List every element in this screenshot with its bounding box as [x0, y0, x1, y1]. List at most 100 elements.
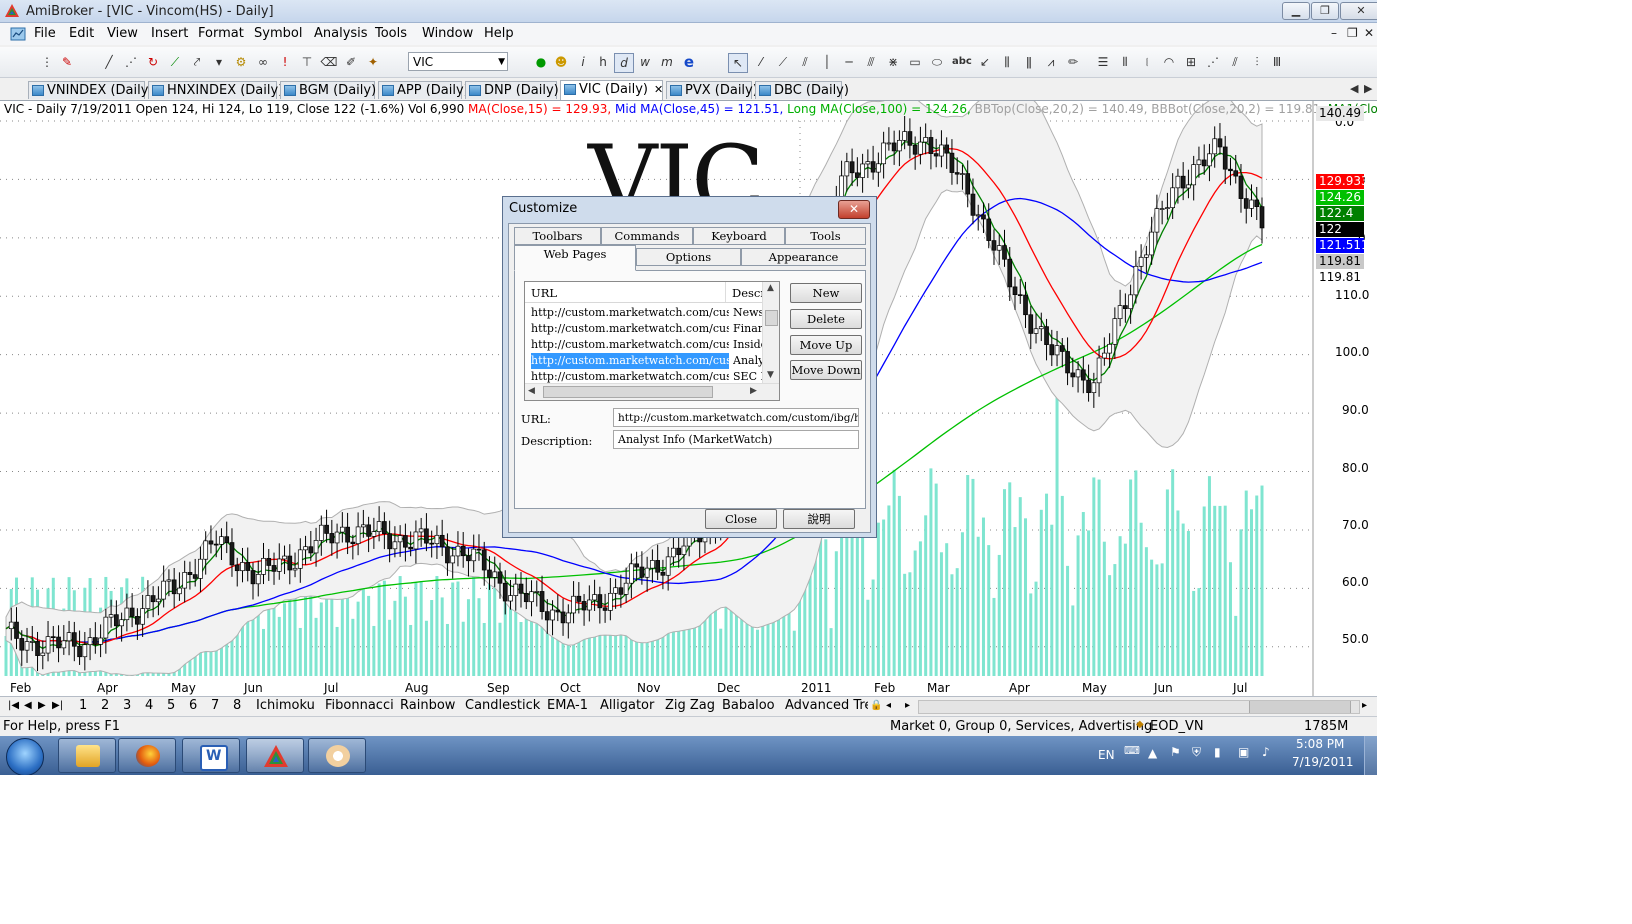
- tab-scroll-left-icon[interactable]: ◀: [1350, 82, 1358, 95]
- info-icon[interactable]: i: [574, 53, 592, 71]
- menu-edit[interactable]: Edit: [69, 26, 94, 41]
- tab-dnp[interactable]: DNP (Daily): [465, 81, 559, 99]
- bars-icon[interactable]: ⦀: [1116, 53, 1134, 71]
- tab-appearance[interactable]: Appearance: [741, 248, 866, 266]
- next-sheet-icon[interactable]: ▶: [38, 698, 46, 714]
- tab-scroll-right-icon[interactable]: ▶: [1364, 82, 1372, 95]
- sheet-tab-alligator[interactable]: Alligator: [600, 698, 654, 714]
- horizontal-scrollbar[interactable]: [918, 700, 1360, 714]
- tab-app[interactable]: APP (Daily): [378, 81, 469, 99]
- dialog-help-button[interactable]: 說明: [783, 509, 855, 529]
- zigzag-icon[interactable]: ⩘: [1042, 53, 1060, 71]
- list-item-selected[interactable]: http://custom.marketwatch.com/custom...A…: [525, 352, 765, 370]
- list-item[interactable]: http://custom.marketwatch.com/custom...F…: [525, 321, 765, 337]
- fib-time-icon[interactable]: ǁ: [1020, 53, 1038, 71]
- text-abc-icon[interactable]: abc: [952, 53, 972, 71]
- vertical-line-icon[interactable]: │: [818, 53, 836, 71]
- horizontal-line-icon[interactable]: ─: [840, 53, 858, 71]
- chevron-down-icon[interactable]: ▼: [498, 53, 505, 72]
- draw-ray-icon[interactable]: ⟋: [774, 53, 792, 71]
- trend-line-icon[interactable]: ⟋: [166, 53, 184, 71]
- scrollbar-thumb[interactable]: [765, 310, 778, 326]
- list-horizontal-scrollbar[interactable]: ◀ ▶: [525, 383, 779, 400]
- taskbar-explorer[interactable]: [58, 738, 116, 773]
- tray-arrow-icon[interactable]: ▲: [1148, 746, 1157, 760]
- weekly-interval-icon[interactable]: w: [636, 53, 654, 71]
- sheet-tab-rainbow[interactable]: Rainbow: [400, 698, 455, 714]
- sheet-tab-fibonnacci[interactable]: Fibonnacci: [325, 698, 394, 714]
- flag-icon[interactable]: ⚑: [1170, 745, 1181, 759]
- menu-help[interactable]: Help: [484, 26, 514, 41]
- menu-format[interactable]: Format: [198, 26, 244, 41]
- start-button[interactable]: [6, 738, 44, 775]
- scrollbar-thumb[interactable]: [1249, 701, 1351, 713]
- line-tool-icon[interactable]: ╱: [100, 53, 118, 71]
- gear-icon[interactable]: ⚙: [232, 53, 250, 71]
- sheet-tab-7[interactable]: 7: [211, 698, 219, 714]
- monthly-interval-icon[interactable]: m: [658, 53, 676, 71]
- close-tab-icon[interactable]: ✕: [654, 83, 663, 96]
- tab-options[interactable]: Options: [636, 248, 741, 266]
- list-item[interactable]: http://custom.marketwatch.com/custom...I…: [525, 337, 765, 353]
- menu-file[interactable]: File: [34, 26, 56, 41]
- arc-icon[interactable]: ◠: [1160, 53, 1178, 71]
- scroll-up-icon[interactable]: ▲: [767, 283, 774, 293]
- taskbar-paint[interactable]: [308, 738, 366, 773]
- tab-vic[interactable]: VIC (Daily) ✕: [560, 80, 663, 100]
- sheet-tab-5[interactable]: 5: [167, 698, 175, 714]
- ray-tool-icon[interactable]: ⤤: [188, 53, 206, 71]
- symbol-combobox[interactable]: VIC ▼: [408, 52, 508, 71]
- fibonacci-fan-icon[interactable]: ⋇: [884, 53, 902, 71]
- list-vertical-scrollbar[interactable]: ▲ ▼: [762, 282, 779, 385]
- menu-symbol[interactable]: Symbol: [254, 26, 302, 41]
- cursor-select-icon[interactable]: ↖: [728, 53, 748, 73]
- last-sheet-icon[interactable]: ▶|: [52, 698, 63, 714]
- tab-dbc[interactable]: DBC (Daily): [755, 81, 849, 99]
- move-up-button[interactable]: Move Up: [790, 335, 862, 355]
- hourglass-icon[interactable]: h: [594, 53, 612, 71]
- scrollbar-thumb[interactable]: [543, 386, 713, 398]
- scroll-down-icon[interactable]: ▼: [767, 370, 774, 380]
- fan-icon[interactable]: ⋰: [1204, 53, 1222, 71]
- column-url[interactable]: URL: [531, 286, 557, 300]
- cycle-lines-icon[interactable]: ⫼: [998, 53, 1016, 71]
- sheet-tab-1[interactable]: 1: [79, 698, 87, 714]
- wand-icon[interactable]: ✦: [364, 53, 382, 71]
- first-sheet-icon[interactable]: |◀: [8, 698, 19, 714]
- sheet-tab-3[interactable]: 3: [123, 698, 131, 714]
- arc-tool-icon[interactable]: ↻: [144, 53, 162, 71]
- draw-parallel-icon[interactable]: ⫽: [796, 53, 814, 71]
- sheet-tab-ema1[interactable]: EMA-1: [547, 698, 588, 714]
- channel-icon[interactable]: ⫻: [862, 53, 880, 71]
- pin-icon[interactable]: ⊤: [298, 53, 316, 71]
- grid-icon[interactable]: ⊞: [1182, 53, 1200, 71]
- child-restore-button[interactable]: ❐: [1347, 26, 1358, 40]
- volume-icon[interactable]: ♪: [1262, 745, 1270, 759]
- url-field[interactable]: http://custom.marketwatch.com/custom/ibg…: [613, 408, 859, 427]
- tab-bgm[interactable]: BGM (Daily): [280, 81, 376, 99]
- device-icon[interactable]: ▣: [1238, 745, 1249, 759]
- web-pages-list[interactable]: URL Descri http://custom.marketwatch.com…: [524, 281, 780, 401]
- delete-button[interactable]: Delete: [790, 309, 862, 329]
- taskbar-amibroker[interactable]: [246, 738, 304, 773]
- menu-arrow-icon[interactable]: ▾: [210, 53, 228, 71]
- chart-options-icon[interactable]: ⫶: [1248, 53, 1266, 71]
- tab-keyboard[interactable]: Keyboard: [693, 227, 785, 245]
- network-icon[interactable]: ▮: [1214, 745, 1221, 759]
- tab-commands[interactable]: Commands: [601, 227, 693, 245]
- tab-web-pages[interactable]: Web Pages: [514, 245, 636, 271]
- close-window-button[interactable]: ✕: [1340, 2, 1377, 20]
- tab-hnxindex[interactable]: HNXINDEX (Daily): [148, 81, 283, 99]
- daily-interval-icon[interactable]: d: [614, 53, 634, 73]
- alert-icon[interactable]: !: [276, 53, 294, 71]
- ie-browser-icon[interactable]: e: [680, 53, 698, 71]
- text-tool-icon[interactable]: ✐: [342, 53, 360, 71]
- ellipse-icon[interactable]: ⬭: [928, 53, 946, 71]
- pencil-icon[interactable]: ✏: [1064, 53, 1082, 71]
- pen-color-icon[interactable]: ✎: [58, 53, 76, 71]
- scroll-right-icon[interactable]: ▸: [905, 698, 910, 714]
- dotted-line-icon[interactable]: ⋰: [122, 53, 140, 71]
- green-circle-icon[interactable]: ●: [532, 53, 550, 71]
- sheet-tab-2[interactable]: 2: [101, 698, 109, 714]
- tab-toolbars[interactable]: Toolbars: [514, 227, 601, 245]
